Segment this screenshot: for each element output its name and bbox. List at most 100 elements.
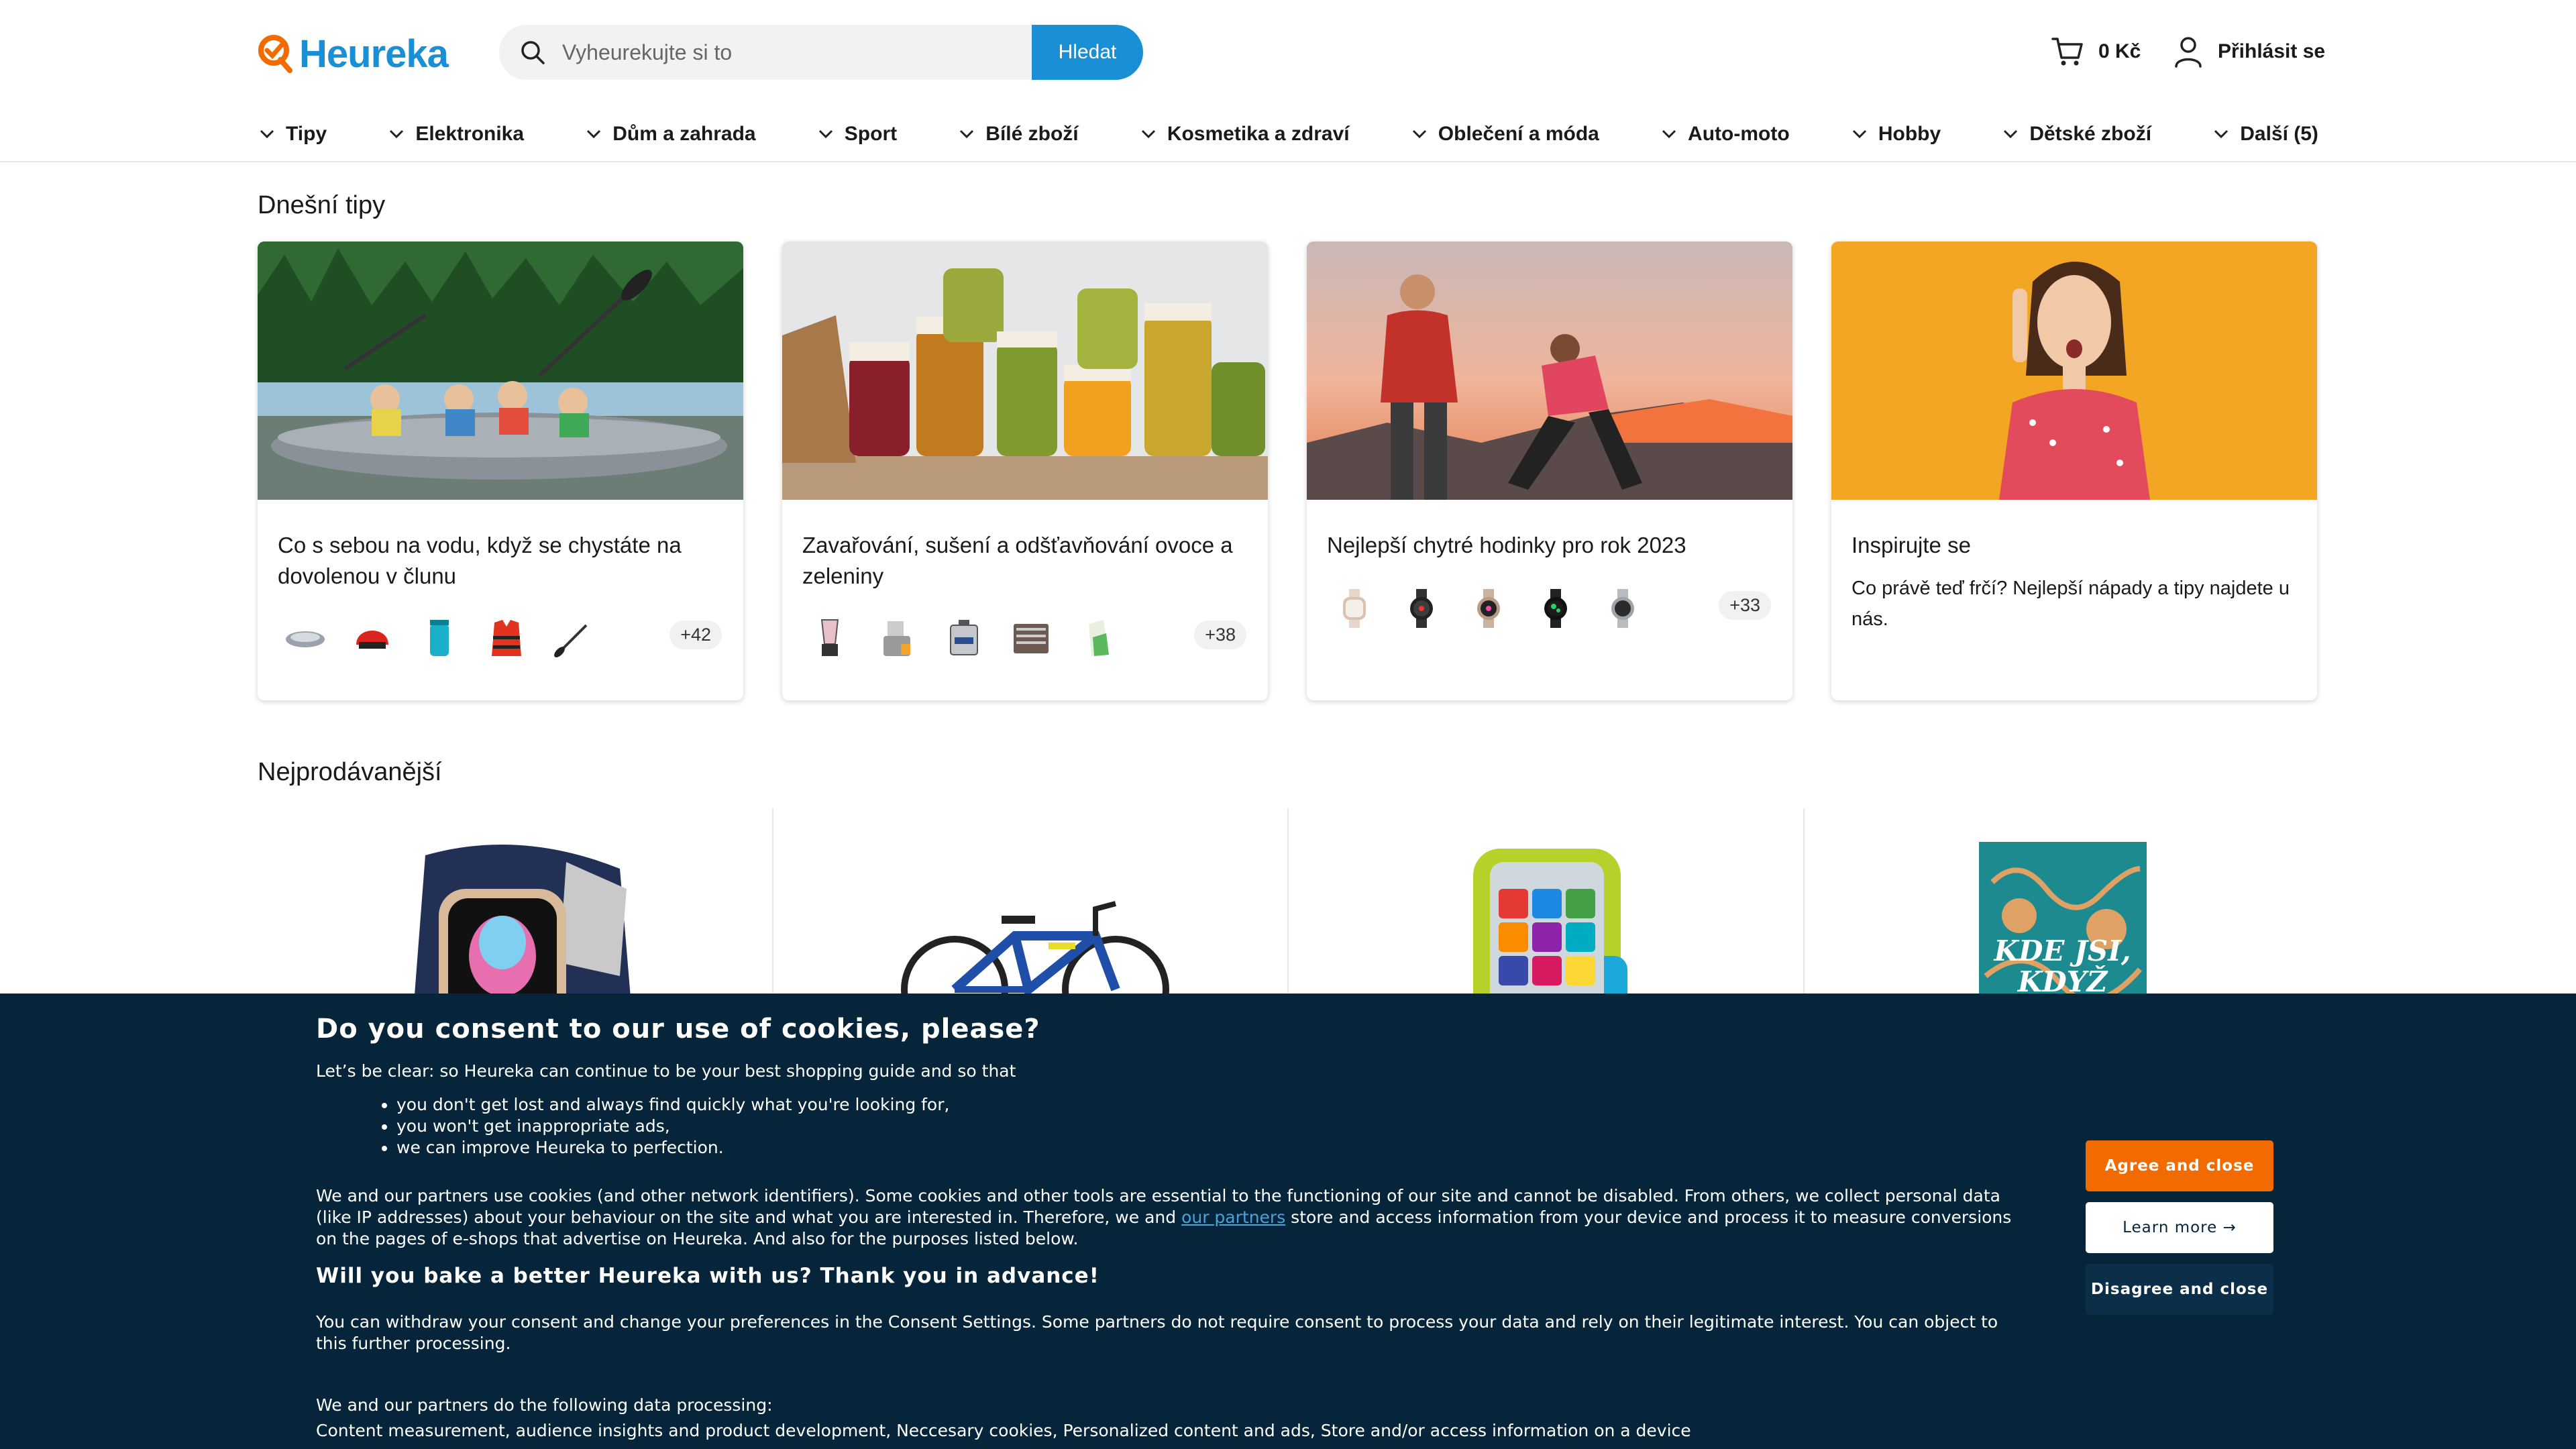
nav-item-sport[interactable]: Sport: [816, 123, 897, 146]
cart-total: 0 Kč: [2098, 40, 2141, 62]
nav-item-obleceni[interactable]: Oblečení a móda: [1410, 123, 1599, 146]
chevron-down-icon: [2214, 129, 2229, 139]
chevron-down-icon: [587, 129, 601, 139]
search-field[interactable]: [499, 25, 1032, 80]
chevron-down-icon: [1412, 129, 1426, 139]
category-nav: Tipy Elektronika Dům a zahrada Sport Bíl…: [258, 119, 2318, 149]
nav-label: Bílé zboží: [985, 123, 1079, 145]
inflatable-boat-icon[interactable]: [284, 617, 326, 659]
blender-icon[interactable]: [809, 617, 851, 659]
tip-card-title: Nejlepší chytré hodinky pro rok 2023: [1327, 533, 1686, 557]
learn-more-button[interactable]: Learn more →: [2086, 1202, 2273, 1253]
product-card-toy-phone[interactable]: [1289, 808, 1805, 1030]
agree-and-close-button[interactable]: Agree and close: [2086, 1140, 2273, 1191]
partners-link[interactable]: our partners: [1181, 1208, 1285, 1227]
watch-icon[interactable]: [1401, 588, 1442, 629]
nav-item-auto-moto[interactable]: Auto-moto: [1660, 123, 1790, 146]
dry-bag-icon[interactable]: [419, 617, 460, 659]
tips-section-title: Dnešní tipy: [258, 191, 386, 219]
nav-item-bile-zbozi[interactable]: Bílé zboží: [957, 123, 1079, 146]
tip-image-runners: [1307, 241, 1792, 500]
tip-card-canning[interactable]: Zavařování, sušení a odšťavňování ovoce …: [782, 241, 1268, 700]
cookie-withdraw-text: You can withdraw your consent and change…: [316, 1312, 1998, 1353]
product-card-smartwatch[interactable]: [258, 808, 773, 1030]
disagree-and-close-button[interactable]: Disagree and close: [2086, 1264, 2273, 1315]
tip-image-canoe: [258, 241, 743, 500]
cookie-consent-banner: Do you consent to our use of cookies, pl…: [0, 994, 2576, 1449]
nav-item-detske-zbozi[interactable]: Dětské zboží: [2001, 123, 2151, 146]
nav-item-kosmetika[interactable]: Kosmetika a zdraví: [1139, 123, 1350, 146]
cookie-bullet-list: you don't get lost and always find quick…: [396, 1094, 949, 1159]
tip-thumbs: [284, 617, 594, 659]
heureka-logo[interactable]: Heureka: [258, 32, 449, 76]
product-card-book[interactable]: KDE JSI, KDYŽ NEJSI: [1805, 808, 2319, 1030]
cookie-bullet: you won't get inappropriate ads,: [396, 1116, 949, 1137]
tip-card-water[interactable]: Co s sebou na vodu, když se chystáte na …: [258, 241, 743, 700]
tip-image-woman: [1831, 241, 2317, 500]
bestsellers-section-title: Nejprodávanější: [258, 758, 442, 786]
search-bar: Hledat: [499, 25, 1143, 80]
nav-label: Další (5): [2240, 123, 2318, 145]
dehydrator-icon[interactable]: [1010, 617, 1052, 659]
cart-icon: [2051, 38, 2083, 66]
jar-icon[interactable]: [1077, 617, 1119, 659]
chevron-down-icon: [818, 129, 833, 139]
life-vest-icon[interactable]: [486, 617, 527, 659]
watch-icon[interactable]: [1334, 588, 1375, 629]
tip-card-inspiration[interactable]: Inspirujte se Co právě teď frčí? Nejlepš…: [1831, 241, 2317, 700]
cookie-processing-list: Content measurement, audience insights a…: [316, 1421, 1691, 1440]
nav-label: Dům a zahrada: [612, 123, 756, 145]
juicer-icon[interactable]: [876, 617, 918, 659]
tip-card-title: Zavařování, sušení a odšťavňování ovoce …: [802, 533, 1233, 588]
search-button[interactable]: Hledat: [1032, 25, 1143, 80]
chevron-down-icon: [1662, 129, 1676, 139]
nav-label: Sport: [844, 123, 898, 145]
nav-label: Auto-moto: [1688, 123, 1790, 145]
watch-icon[interactable]: [1535, 588, 1576, 629]
tip-card-smartwatches[interactable]: Nejlepší chytré hodinky pro rok 2023 +33: [1307, 241, 1792, 700]
nav-label: Dětské zboží: [2029, 123, 2152, 145]
logo-mark-icon: [258, 35, 292, 73]
nav-item-dum-a-zahrada[interactable]: Dům a zahrada: [584, 123, 756, 146]
nav-label: Tipy: [286, 123, 327, 145]
search-icon: [521, 41, 545, 64]
watch-icon[interactable]: [1602, 588, 1644, 629]
chevron-down-icon: [260, 129, 274, 139]
cookie-bullet: we can improve Heureka to perfection.: [396, 1137, 949, 1159]
nav-item-dalsi[interactable]: Další (5): [2212, 123, 2318, 146]
site-header: Heureka Hledat 0 Kč Přihlásit se Tipy: [0, 0, 2576, 162]
tip-card-title: Inspirujte se: [1851, 533, 1971, 557]
helmet-icon[interactable]: [352, 617, 393, 659]
more-products-badge[interactable]: +42: [669, 621, 722, 649]
tips-grid: Co s sebou na vodu, když se chystáte na …: [258, 241, 2318, 700]
watch-icon[interactable]: [1468, 588, 1509, 629]
chevron-down-icon: [1141, 129, 1155, 139]
login-button[interactable]: Přihlásit se: [2174, 34, 2325, 70]
tip-card-description: Co právě teď frčí? Nejlepší nápady a tip…: [1851, 578, 2290, 630]
nav-item-hobby[interactable]: Hobby: [1850, 123, 1941, 146]
cookie-intro: Let’s be clear: so Heureka can continue …: [316, 1061, 1016, 1081]
nav-label: Oblečení a móda: [1438, 123, 1599, 145]
tip-thumbs: [809, 617, 1119, 659]
cookie-body: We and our partners use cookies (and oth…: [316, 1185, 2033, 1250]
canning-pot-icon[interactable]: [943, 617, 985, 659]
tip-thumbs: [1334, 588, 1644, 629]
cookie-title: Do you consent to our use of cookies, pl…: [316, 1014, 1040, 1044]
paddle-icon[interactable]: [553, 617, 594, 659]
more-products-badge[interactable]: +33: [1719, 591, 1771, 620]
bestsellers-grid: KDE JSI, KDYŽ NEJSI: [258, 808, 2319, 1030]
nav-item-elektronika[interactable]: Elektronika: [387, 123, 524, 146]
nav-label: Hobby: [1878, 123, 1941, 145]
product-card-bicycle[interactable]: [773, 808, 1289, 1030]
cookie-subtitle: Will you bake a better Heureka with us? …: [316, 1264, 1099, 1288]
search-input[interactable]: [562, 40, 1018, 65]
tip-image-jars: [782, 241, 1268, 500]
chevron-down-icon: [2004, 129, 2018, 139]
nav-item-tipy[interactable]: Tipy: [258, 123, 327, 146]
more-products-badge[interactable]: +38: [1194, 621, 1246, 649]
cart-button[interactable]: 0 Kč: [2051, 34, 2141, 70]
nav-label: Kosmetika a zdraví: [1167, 123, 1350, 145]
tip-card-title: Co s sebou na vodu, když se chystáte na …: [278, 533, 682, 588]
chevron-down-icon: [1852, 129, 1866, 139]
cookie-processing-heading: We and our partners do the following dat…: [316, 1395, 773, 1415]
